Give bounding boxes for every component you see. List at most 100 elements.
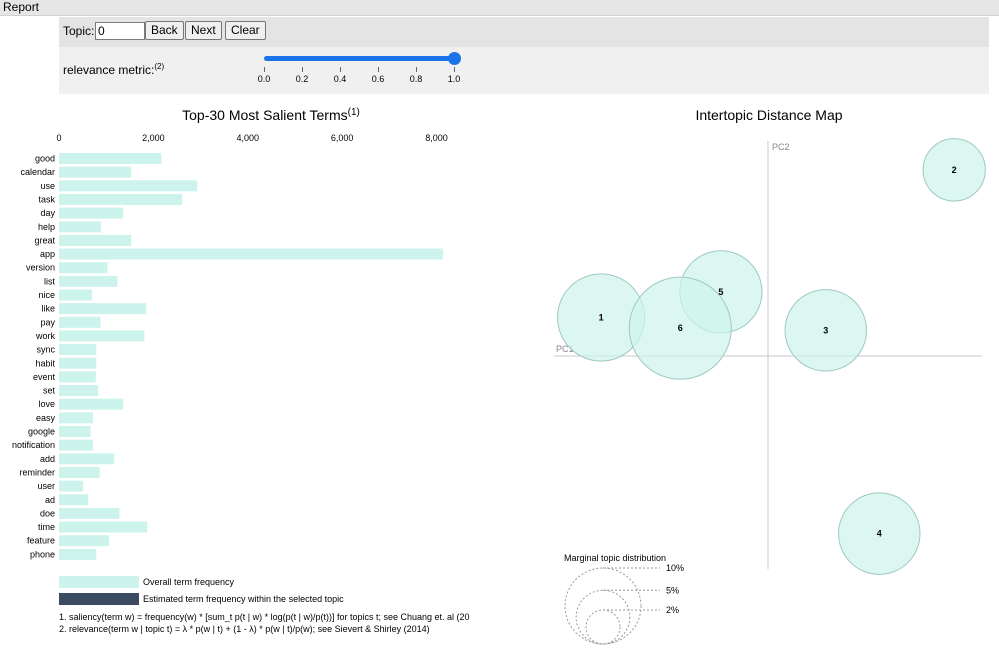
term-bar[interactable] xyxy=(59,153,162,164)
term-bar[interactable] xyxy=(59,439,93,451)
topic-bubble-label: 4 xyxy=(877,529,882,539)
term-label: time xyxy=(38,522,55,532)
term-label: event xyxy=(33,372,56,382)
term-label: day xyxy=(40,208,55,218)
term-label: app xyxy=(40,249,55,259)
control-panel: Topic: Back Next Clear relevance metric:… xyxy=(59,17,989,94)
marginal-legend-circle xyxy=(564,567,642,645)
term-bar[interactable] xyxy=(59,275,118,287)
slider-tick xyxy=(264,67,265,72)
term-label: reminder xyxy=(19,467,55,477)
relevance-footnote-ref: (2) xyxy=(154,62,165,71)
term-label: user xyxy=(37,481,55,491)
term-bar[interactable] xyxy=(59,180,198,192)
intertopic-distance-map: Intertopic Distance Map PC2 PC1 123456 M… xyxy=(554,107,986,645)
slider-tick-label: 0.0 xyxy=(257,74,271,84)
term-bar[interactable] xyxy=(59,207,124,219)
term-bar[interactable] xyxy=(59,248,444,260)
term-label: version xyxy=(26,263,55,273)
term-bar[interactable] xyxy=(59,426,91,437)
term-bar[interactable] xyxy=(59,234,132,246)
term-label: love xyxy=(38,399,55,409)
estimated-frequency-swatch xyxy=(59,593,139,605)
topic-bubble-label: 5 xyxy=(718,287,723,297)
term-bar[interactable] xyxy=(59,193,183,205)
term-label: ad xyxy=(45,495,55,505)
term-bar[interactable] xyxy=(59,453,115,465)
term-bar[interactable] xyxy=(59,480,84,492)
window-title: Report xyxy=(3,0,40,14)
topic-bubbles: 1 2 3 4 5 6 xyxy=(557,138,986,575)
overall-frequency-legend: Overall term frequency xyxy=(143,577,235,587)
slider-tick-label: 0.6 xyxy=(371,74,385,84)
marginal-distribution-title: Marginal topic distribution xyxy=(564,553,666,563)
term-label: like xyxy=(41,304,55,314)
term-bar[interactable] xyxy=(59,262,108,274)
clear-button[interactable]: Clear xyxy=(225,21,266,40)
term-label: good xyxy=(35,154,55,164)
term-bar[interactable] xyxy=(59,521,148,533)
slider-tick xyxy=(302,67,303,72)
saliency-footnote: 1. saliency(term w) = frequency(w) * [su… xyxy=(59,612,470,622)
term-label: task xyxy=(38,194,55,204)
relevance-metric-label: relevance metric:(2) xyxy=(63,62,165,77)
term-bar[interactable] xyxy=(59,303,147,315)
term-label: calendar xyxy=(20,167,55,177)
next-button[interactable]: Next xyxy=(185,21,222,40)
bar-axis-tick-label: 0 xyxy=(56,133,61,143)
term-label: notification xyxy=(12,440,55,450)
term-label: doe xyxy=(40,508,55,518)
term-label: sync xyxy=(36,345,55,355)
marginal-legend-label: 10% xyxy=(666,563,684,573)
term-label: use xyxy=(40,181,55,191)
term-bar[interactable] xyxy=(59,316,101,328)
term-bar[interactable] xyxy=(59,412,93,424)
bar-axis-tick-label: 2,000 xyxy=(142,133,165,143)
bar-axis: 0 2,000 4,000 6,000 8,000 xyxy=(56,133,447,143)
term-label: phone xyxy=(30,549,55,559)
term-bar[interactable] xyxy=(59,494,89,506)
term-bar[interactable] xyxy=(59,535,110,547)
bar-axis-tick-label: 6,000 xyxy=(331,133,354,143)
term-bar[interactable] xyxy=(59,330,145,342)
term-bar[interactable] xyxy=(59,548,97,560)
marginal-legend-label: 2% xyxy=(666,605,679,615)
marginal-legend-label: 5% xyxy=(666,585,679,595)
slider-tick-label: 0.8 xyxy=(409,74,423,84)
slider-tick xyxy=(416,67,417,72)
term-bar[interactable] xyxy=(59,166,132,178)
window-titlebar: Report xyxy=(0,0,999,16)
topic-input[interactable] xyxy=(95,22,145,40)
term-bar[interactable] xyxy=(59,357,97,369)
term-label: nice xyxy=(38,290,55,300)
bar-series: good calendar use task day help great app versio… xyxy=(12,153,444,560)
slider-tick-label: 1.0 xyxy=(447,74,461,84)
topic-bubble-label: 6 xyxy=(678,323,683,333)
bar-axis-tick-label: 8,000 xyxy=(425,133,448,143)
salient-terms-chart: Top-30 Most Salient Terms(1) 0 2,000 4,000… xyxy=(12,107,470,634)
back-button[interactable]: Back xyxy=(145,21,184,40)
marginal-legend: 2% 5% 10% xyxy=(564,563,684,645)
term-bar[interactable] xyxy=(59,385,99,397)
term-label: help xyxy=(38,222,55,232)
slider-tick xyxy=(454,67,455,72)
term-label: habit xyxy=(35,358,55,368)
topic-label: Topic: xyxy=(63,24,95,38)
term-label: great xyxy=(34,235,55,245)
term-label: set xyxy=(43,386,56,396)
term-bar[interactable] xyxy=(59,507,120,519)
slider-tick xyxy=(340,67,341,72)
term-bar[interactable] xyxy=(59,344,97,356)
bar-axis-tick-label: 4,000 xyxy=(236,133,259,143)
term-bar[interactable] xyxy=(59,221,101,233)
term-bar[interactable] xyxy=(59,466,100,478)
topic-navigation-row: Topic: Back Next Clear xyxy=(59,17,989,47)
slider-track[interactable] xyxy=(264,56,456,61)
term-label: easy xyxy=(36,413,56,423)
topic-bubble-label: 3 xyxy=(823,325,828,335)
term-label: add xyxy=(40,454,55,464)
term-bar[interactable] xyxy=(59,371,96,383)
term-bar[interactable] xyxy=(59,289,93,301)
term-bar[interactable] xyxy=(59,398,124,410)
slider-thumb[interactable] xyxy=(448,52,461,65)
